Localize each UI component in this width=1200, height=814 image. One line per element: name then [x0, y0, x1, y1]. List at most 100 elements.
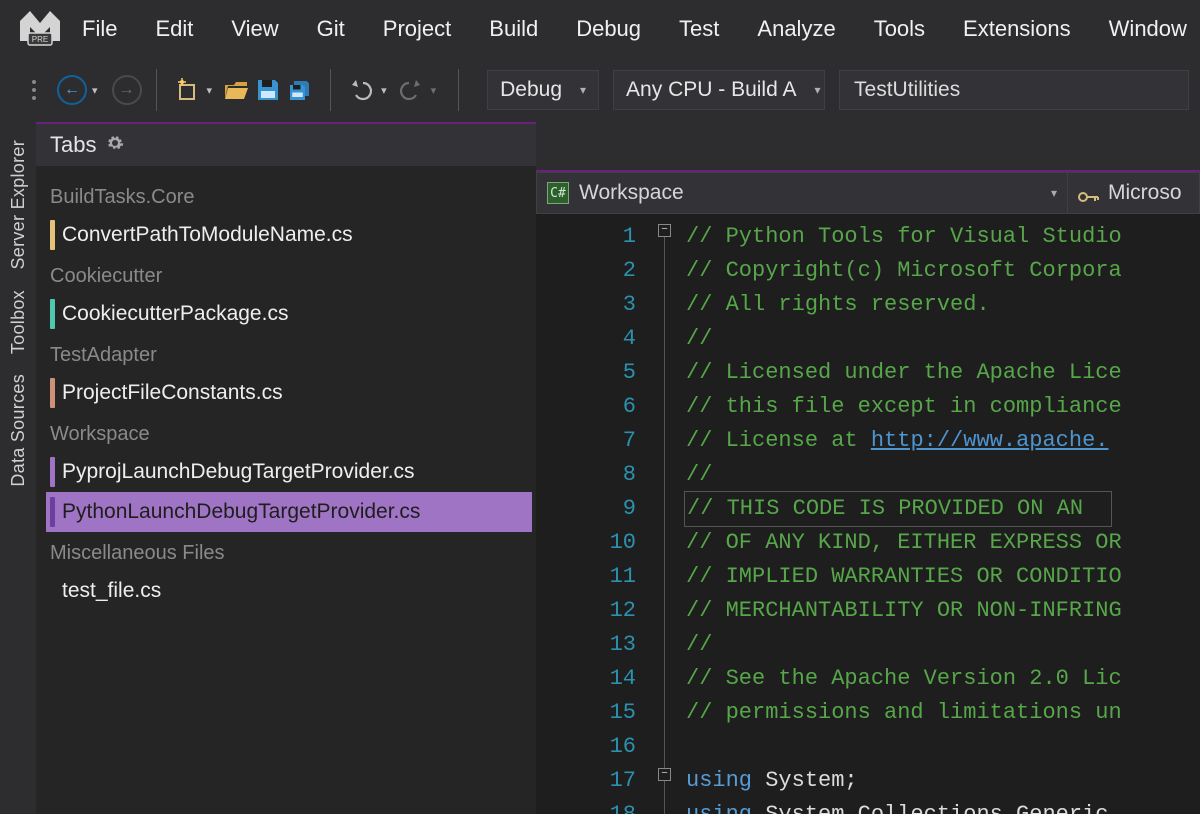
- code-line[interactable]: // MERCHANTABILITY OR NON-INFRING: [686, 594, 1200, 628]
- code-line[interactable]: // See the Apache Version 2.0 Lic: [686, 662, 1200, 696]
- tool-tab-server-explorer[interactable]: Server Explorer: [8, 140, 29, 270]
- tab-group-title: Cookiecutter: [46, 255, 532, 294]
- code-content[interactable]: // Python Tools for Visual Studio// Copy…: [680, 214, 1200, 814]
- code-line[interactable]: // Copyright(c) Microsoft Corpora: [686, 254, 1200, 288]
- code-line[interactable]: //: [686, 458, 1200, 492]
- toolbar: ← ▾ → ▾ ▾ ▾ Debug: [0, 58, 1200, 122]
- fold-toggle-icon[interactable]: −: [658, 768, 671, 781]
- menu-item-debug[interactable]: Debug: [576, 16, 641, 42]
- tab-file-label: PythonLaunchDebugTargetProvider.cs: [62, 500, 420, 524]
- svg-text:PRE: PRE: [32, 35, 48, 44]
- code-line[interactable]: // IMPLIED WARRANTIES OR CONDITIO: [686, 560, 1200, 594]
- color-mark-icon: [50, 299, 55, 329]
- tab-file-label: PyprojLaunchDebugTargetProvider.cs: [62, 460, 415, 484]
- chevron-down-icon: ▾: [814, 83, 820, 97]
- configuration-value: Debug: [500, 78, 562, 102]
- chevron-down-icon: ▾: [1051, 186, 1057, 200]
- code-line[interactable]: using System;: [686, 764, 1200, 798]
- code-line[interactable]: //: [686, 628, 1200, 662]
- menu-item-edit[interactable]: Edit: [155, 16, 193, 42]
- color-mark-icon: [50, 497, 55, 527]
- menu-item-build[interactable]: Build: [489, 16, 538, 42]
- tab-file-item[interactable]: ConvertPathToModuleName.cs: [46, 215, 532, 255]
- type-value: Microso: [1108, 181, 1182, 205]
- redo-button[interactable]: [395, 70, 427, 110]
- menu-item-test[interactable]: Test: [679, 16, 719, 42]
- code-line[interactable]: // OF ANY KIND, EITHER EXPRESS OR: [686, 526, 1200, 560]
- gear-icon[interactable]: [106, 132, 124, 158]
- code-line[interactable]: // All rights reserved.: [686, 288, 1200, 322]
- code-line[interactable]: [686, 730, 1200, 764]
- tabs-panel: Tabs BuildTasks.Core ConvertPathToModuleN…: [36, 122, 536, 814]
- tab-file-item[interactable]: test_file.cs: [46, 571, 532, 611]
- code-line[interactable]: // THIS CODE IS PROVIDED ON AN: [686, 492, 1200, 526]
- color-mark-icon: [50, 378, 55, 408]
- code-line[interactable]: // License at http://www.apache.: [686, 424, 1200, 458]
- tab-file-item[interactable]: CookiecutterPackage.cs: [46, 294, 532, 334]
- undo-dropdown[interactable]: ▾: [381, 84, 387, 97]
- menu-item-extensions[interactable]: Extensions: [963, 16, 1071, 42]
- tool-tab-toolbox[interactable]: Toolbox: [8, 290, 29, 354]
- platform-combo[interactable]: Any CPU - Build A ▾: [613, 70, 825, 110]
- tab-group-title: TestAdapter: [46, 334, 532, 373]
- color-mark-icon: [50, 220, 55, 250]
- tab-file-item[interactable]: PyprojLaunchDebugTargetProvider.cs: [46, 452, 532, 492]
- chevron-down-icon: ▾: [580, 83, 586, 97]
- type-combo[interactable]: Microso: [1068, 172, 1200, 214]
- tab-file-label: CookiecutterPackage.cs: [62, 302, 288, 326]
- tab-file-label: test_file.cs: [62, 579, 161, 603]
- line-number-gutter: 123456789101112131415161718: [536, 214, 654, 814]
- search-input[interactable]: TestUtilities: [839, 70, 1189, 110]
- tool-tab-data-sources[interactable]: Data Sources: [8, 374, 29, 487]
- menu-item-window[interactable]: Window: [1109, 16, 1187, 42]
- color-mark-icon: [50, 457, 55, 487]
- code-line[interactable]: using System.Collections.Generic: [686, 798, 1200, 814]
- code-editor[interactable]: 123456789101112131415161718 − − // Pytho…: [536, 214, 1200, 814]
- tab-group-title: BuildTasks.Core: [46, 176, 532, 215]
- toolbar-separator: [156, 69, 157, 111]
- fold-column[interactable]: − −: [654, 214, 680, 814]
- scope-value: Workspace: [579, 181, 684, 205]
- code-line[interactable]: // permissions and limitations un: [686, 696, 1200, 730]
- tabs-panel-header: Tabs: [36, 124, 536, 166]
- code-line[interactable]: // Licensed under the Apache Lice: [686, 356, 1200, 390]
- code-line[interactable]: //: [686, 322, 1200, 356]
- tab-file-label: ProjectFileConstants.cs: [62, 381, 283, 405]
- nav-back-button[interactable]: ←: [56, 70, 88, 110]
- nav-back-dropdown[interactable]: ▾: [92, 84, 98, 97]
- tool-window-tabs: Server Explorer Toolbox Data Sources: [0, 122, 36, 814]
- key-icon: [1078, 186, 1100, 200]
- toolbar-separator: [330, 69, 331, 111]
- editor-breadcrumb-bar: C# Workspace ▾ Microso: [536, 170, 1200, 214]
- toolbar-separator: [458, 69, 459, 111]
- editor-area: C# Workspace ▾ Microso 12345678910111213…: [536, 122, 1200, 814]
- undo-button[interactable]: [345, 70, 377, 110]
- scope-combo[interactable]: C# Workspace ▾: [536, 172, 1068, 214]
- configuration-combo[interactable]: Debug ▾: [487, 70, 599, 110]
- save-all-button[interactable]: [284, 70, 316, 110]
- csharp-icon: C#: [547, 182, 569, 204]
- tab-file-item[interactable]: ProjectFileConstants.cs: [46, 373, 532, 413]
- new-item-dropdown[interactable]: ▾: [207, 84, 213, 97]
- menu-item-view[interactable]: View: [231, 16, 278, 42]
- save-button[interactable]: [252, 70, 284, 110]
- app-logo-icon: PRE: [18, 7, 62, 51]
- menu-item-analyze[interactable]: Analyze: [757, 16, 835, 42]
- redo-dropdown[interactable]: ▾: [431, 84, 437, 97]
- menu-item-git[interactable]: Git: [317, 16, 345, 42]
- menu-bar: PRE File Edit View Git Project Build Debug Test…: [0, 0, 1200, 58]
- menu-item-project[interactable]: Project: [383, 16, 451, 42]
- code-line[interactable]: // this file except in compliance: [686, 390, 1200, 424]
- tab-file-label: ConvertPathToModuleName.cs: [62, 223, 353, 247]
- code-line[interactable]: // Python Tools for Visual Studio: [686, 220, 1200, 254]
- open-button[interactable]: [220, 70, 252, 110]
- menu-item-tools[interactable]: Tools: [874, 16, 925, 42]
- tab-file-item[interactable]: PythonLaunchDebugTargetProvider.cs: [46, 492, 532, 532]
- nav-forward-button[interactable]: →: [106, 70, 142, 110]
- new-item-button[interactable]: [171, 70, 203, 110]
- fold-toggle-icon[interactable]: −: [658, 224, 671, 237]
- tab-group-title: Workspace: [46, 413, 532, 452]
- menu-item-file[interactable]: File: [82, 16, 117, 42]
- search-value: TestUtilities: [854, 78, 960, 102]
- tab-group-title: Miscellaneous Files: [46, 532, 532, 571]
